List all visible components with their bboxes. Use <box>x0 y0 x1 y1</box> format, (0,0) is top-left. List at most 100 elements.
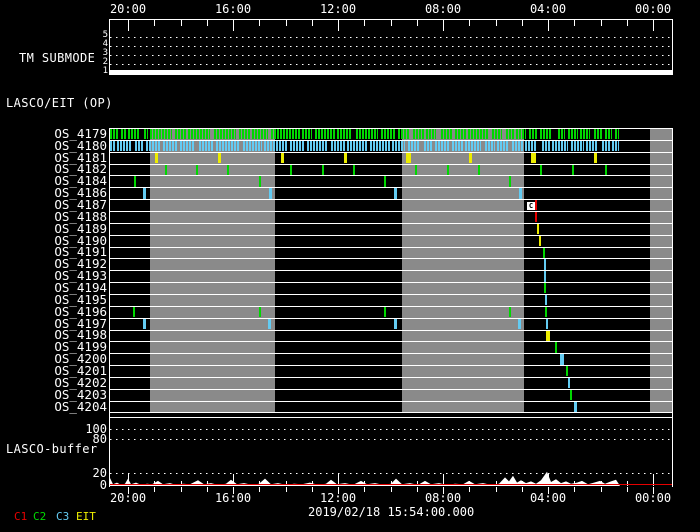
bottom-time-label: 00:00 <box>634 491 672 505</box>
top-axis-tick <box>443 20 444 31</box>
event-tick <box>353 164 355 175</box>
top-time-label: 16:00 <box>214 2 252 16</box>
top-axis-tick <box>416 20 418 26</box>
bottom-axis-tick <box>626 487 628 492</box>
top-axis-tick <box>521 20 523 26</box>
event-tick <box>560 354 564 365</box>
dense-image-ticks <box>128 129 140 139</box>
buffer-scale-label: 80 <box>92 432 107 446</box>
bottom-axis-tick <box>416 487 418 492</box>
dense-image-ticks <box>356 129 378 139</box>
event-tick <box>143 188 146 199</box>
event-tick <box>155 152 158 164</box>
event-tick <box>531 152 536 164</box>
dense-image-ticks <box>552 140 568 151</box>
top-axis-tick <box>154 20 156 26</box>
dense-image-ticks <box>163 140 178 151</box>
bottom-axis-tick <box>390 487 392 492</box>
dense-image-ticks <box>199 140 214 151</box>
tm-dotted-gridline <box>110 37 672 38</box>
event-tick <box>415 164 417 175</box>
dense-image-ticks <box>331 140 345 151</box>
row-separator <box>110 317 672 319</box>
event-tick <box>469 152 472 164</box>
bottom-time-label: 12:00 <box>319 491 357 505</box>
event-tick <box>322 164 324 175</box>
event-tick <box>545 306 547 318</box>
top-axis-tick <box>311 20 313 26</box>
event-tick <box>544 271 546 282</box>
event-tick <box>227 164 229 175</box>
bottom-axis-tick <box>364 487 366 492</box>
event-tick <box>268 318 271 329</box>
top-axis-tick <box>390 20 392 26</box>
row-separator <box>110 163 672 165</box>
event-tick <box>165 164 167 175</box>
dense-image-ticks <box>243 140 262 151</box>
dense-image-ticks <box>117 140 131 151</box>
dense-image-ticks <box>290 140 305 151</box>
row-separator <box>110 151 672 153</box>
dense-image-ticks <box>216 140 240 151</box>
dense-image-ticks <box>121 129 126 139</box>
rows-right-border <box>672 128 673 418</box>
tm-panel-left-border <box>109 19 110 75</box>
event-tick <box>572 164 574 175</box>
top-axis-tick <box>259 20 261 26</box>
row-separator <box>110 341 672 343</box>
dense-image-ticks <box>542 140 550 151</box>
event-tick <box>394 318 397 329</box>
row-separator <box>110 282 672 284</box>
dense-image-ticks <box>307 140 327 151</box>
event-tick <box>447 164 449 175</box>
dense-image-ticks <box>568 129 578 139</box>
dense-image-ticks <box>337 129 352 139</box>
row-separator <box>110 222 672 224</box>
bottom-axis-tick <box>495 487 497 492</box>
event-tick <box>574 401 577 412</box>
dense-image-ticks <box>413 129 424 139</box>
dense-image-ticks <box>110 140 115 151</box>
tm-panel-right-border <box>672 19 673 75</box>
event-tick <box>406 152 411 164</box>
dense-image-ticks <box>424 140 433 151</box>
tm-dotted-gridline <box>110 64 672 65</box>
dense-image-ticks <box>529 129 538 139</box>
tm-scale-label: 1 <box>102 66 108 76</box>
tm-dotted-gridline <box>110 55 672 56</box>
event-tick <box>384 176 386 187</box>
dense-image-ticks <box>497 140 509 151</box>
dense-image-ticks <box>135 140 144 151</box>
bottom-axis-tick <box>259 487 261 492</box>
bottom-time-label: 04:00 <box>529 491 567 505</box>
event-tick <box>509 176 511 187</box>
row-separator <box>110 246 672 248</box>
event-tick <box>281 152 284 164</box>
dense-image-ticks <box>540 129 552 139</box>
event-tick <box>259 306 261 318</box>
row-separator <box>110 376 672 378</box>
dense-image-ticks <box>605 129 612 139</box>
buffer-top-border <box>109 417 673 418</box>
event-tick <box>519 188 522 199</box>
dense-image-ticks <box>347 140 367 151</box>
event-tick <box>143 318 146 329</box>
event-tick <box>478 164 480 175</box>
top-axis-tick <box>233 20 234 31</box>
tm-submode-panel-label: TM SUBMODE <box>19 51 96 65</box>
event-tick <box>509 306 511 318</box>
event-tick <box>269 188 272 199</box>
top-axis-tick <box>495 20 497 26</box>
telemetry-timeline-screen: TM SUBMODE LASCO/EIT (OP) LASCO-buffer 2… <box>0 0 700 532</box>
row-separator <box>110 234 672 236</box>
row-separator <box>110 388 672 390</box>
event-tick <box>543 247 545 258</box>
dense-image-ticks <box>512 140 523 151</box>
bottom-time-label: 20:00 <box>109 491 147 505</box>
dense-image-ticks <box>602 140 610 151</box>
legend-item-c1: C1 <box>14 510 28 523</box>
dense-image-ticks <box>492 129 502 139</box>
dense-image-ticks <box>180 140 195 151</box>
top-time-label: 00:00 <box>634 2 672 16</box>
dense-image-ticks <box>435 140 449 151</box>
